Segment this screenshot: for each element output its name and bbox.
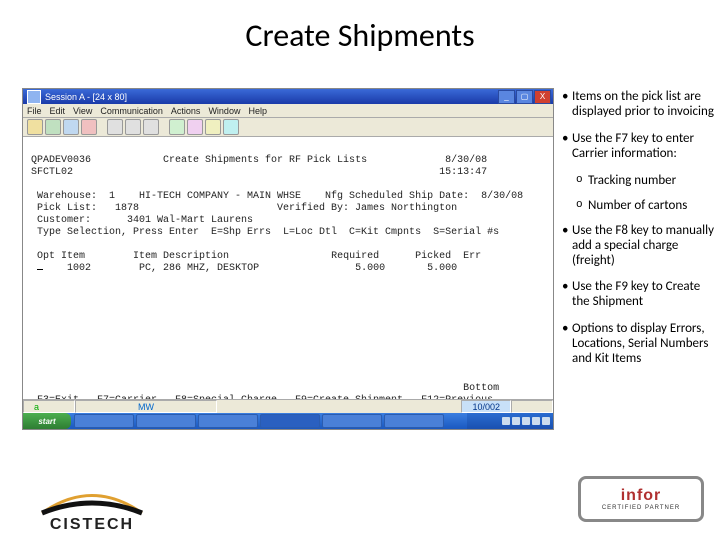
col-opt-item: Opt Item — [37, 251, 85, 262]
taskbar-item[interactable] — [384, 414, 444, 428]
toolbar-icon[interactable] — [223, 119, 239, 135]
row-item: 1002 — [43, 263, 91, 274]
terminal-screen: QPADEV0036 Create Shipments for RF Pick … — [23, 137, 553, 423]
time: 15:13:47 — [439, 167, 487, 178]
screen-title: Create Shipments for RF Pick Lists — [163, 155, 367, 166]
menu-window[interactable]: Window — [208, 106, 240, 116]
bullet-item: Items on the pick list are displayed pri… — [562, 90, 718, 120]
cistech-arc-icon — [37, 488, 147, 516]
screenshot-window: Session A - [24 x 80] _ ▢ X File Edit Vi… — [22, 88, 554, 430]
menu-help[interactable]: Help — [248, 106, 267, 116]
toolbar-icon[interactable] — [205, 119, 221, 135]
bottom-indicator: Bottom — [463, 383, 499, 394]
menu-communication[interactable]: Communication — [100, 106, 163, 116]
menu-bar: File Edit View Communication Actions Win… — [23, 104, 553, 118]
menu-edit[interactable]: Edit — [50, 106, 66, 116]
close-button[interactable]: X — [534, 90, 551, 104]
sub-bullet-item: Number of cartons — [562, 199, 718, 214]
taskbar-item[interactable] — [136, 414, 196, 428]
slide-title: Create Shipments — [0, 16, 720, 55]
col-required: Required — [331, 251, 379, 262]
window-titlebar: Session A - [24 x 80] _ ▢ X — [23, 89, 553, 104]
infor-text: infor — [621, 487, 662, 505]
line-instructions: Type Selection, Press Enter E=Shp Errs L… — [31, 227, 499, 238]
start-button[interactable]: start — [23, 413, 71, 429]
slide: Create Shipments Session A - [24 x 80] _… — [0, 0, 720, 540]
tray-icon[interactable] — [502, 417, 510, 425]
toolbar-icon[interactable] — [125, 119, 141, 135]
line-warehouse: Warehouse: 1 HI-TECH COMPANY - MAIN WHSE… — [31, 191, 523, 202]
status-mw: MW — [75, 400, 217, 413]
toolbar-icon[interactable] — [63, 119, 79, 135]
tray-icon[interactable] — [522, 417, 530, 425]
window-controls: _ ▢ X — [497, 90, 551, 104]
toolbar-icon[interactable] — [143, 119, 159, 135]
windows-taskbar: start — [23, 413, 553, 429]
cistech-logo: CISTECH — [22, 484, 162, 534]
bullet-item: Options to display Errors, Locations, Se… — [562, 322, 718, 367]
taskbar-item[interactable] — [198, 414, 258, 428]
status-a: a — [23, 400, 75, 413]
toolbar-icon[interactable] — [187, 119, 203, 135]
taskbar-item[interactable] — [322, 414, 382, 428]
row-desc: PC, 286 MHZ, DESKTOP — [139, 263, 259, 274]
infor-subtext: CERTIFIED PARTNER — [602, 505, 680, 511]
status-bar: a MW 10/002 — [23, 399, 553, 413]
sub-bullet-item: Tracking number — [562, 174, 718, 189]
toolbar-icon[interactable] — [81, 119, 97, 135]
bullet-item: Use the F8 key to manually add a special… — [562, 224, 718, 269]
menu-view[interactable]: View — [73, 106, 92, 116]
program-id: SFCTL02 — [31, 167, 73, 178]
toolbar-icon[interactable] — [107, 119, 123, 135]
status-cursor-pos: 10/002 — [461, 400, 511, 413]
toolbar-icon[interactable] — [169, 119, 185, 135]
row-required: 5.000 — [355, 263, 385, 274]
maximize-button[interactable]: ▢ — [516, 90, 533, 104]
row-picked: 5.000 — [427, 263, 457, 274]
device-id: QPADEV0036 — [31, 155, 91, 166]
taskbar-item-active[interactable] — [260, 414, 320, 428]
line-customer: Customer: 3401 Wal-Mart Laurens — [31, 215, 253, 226]
toolbar — [23, 118, 553, 137]
menu-file[interactable]: File — [27, 106, 42, 116]
bullet-item: Use the F7 key to enter Carrier informat… — [562, 132, 718, 162]
window-title: Session A - [24 x 80] — [45, 92, 497, 102]
line-picklist: Pick List: 1878 Verified By: James North… — [31, 203, 457, 214]
bullet-list: Items on the pick list are displayed pri… — [562, 90, 718, 379]
taskbar-item[interactable] — [74, 414, 134, 428]
status-box — [511, 400, 553, 413]
tray-icon[interactable] — [542, 417, 550, 425]
system-tray — [467, 413, 553, 429]
col-picked: Picked Err — [415, 251, 481, 262]
cistech-text: CISTECH — [50, 516, 134, 534]
infor-logo: infor CERTIFIED PARTNER — [578, 476, 704, 522]
date: 8/30/08 — [445, 155, 487, 166]
tray-icon[interactable] — [512, 417, 520, 425]
tray-icon[interactable] — [532, 417, 540, 425]
toolbar-icon[interactable] — [45, 119, 61, 135]
app-icon — [27, 90, 41, 104]
taskbar-buttons — [71, 414, 467, 428]
bullet-item: Use the F9 key to Create the Shipment — [562, 280, 718, 310]
menu-actions[interactable]: Actions — [171, 106, 201, 116]
minimize-button[interactable]: _ — [498, 90, 515, 104]
col-desc: Item Description — [133, 251, 229, 262]
toolbar-icon[interactable] — [27, 119, 43, 135]
